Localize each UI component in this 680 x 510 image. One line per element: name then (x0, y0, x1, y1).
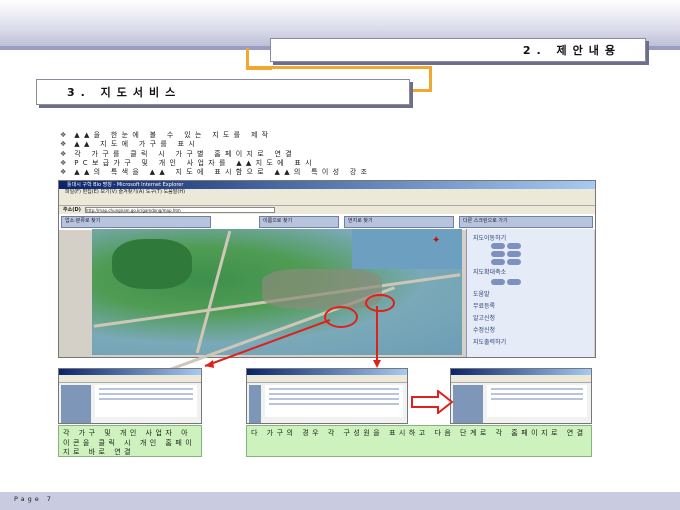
arrow-line-left (204, 319, 331, 367)
caption-left: 각 가구 및 개인 사업자 아이콘을 클릭 시 개인 홈페이지로 바로 연결 (58, 425, 202, 457)
arrow-head-left (205, 360, 214, 368)
thumbnail-homepage-2 (450, 368, 592, 424)
page-number: Page 7 (14, 495, 54, 503)
thumbnail-household (246, 368, 408, 424)
thumbnail-homepage-1 (58, 368, 202, 424)
caption-right: 다 가구의 경우 각 구성원을 표시하고 다음 단계로 각 홈페이지로 연결 (246, 425, 592, 457)
footer-band (0, 492, 680, 510)
arrow-head-down (373, 360, 381, 368)
right-arrow-icon (411, 390, 454, 414)
